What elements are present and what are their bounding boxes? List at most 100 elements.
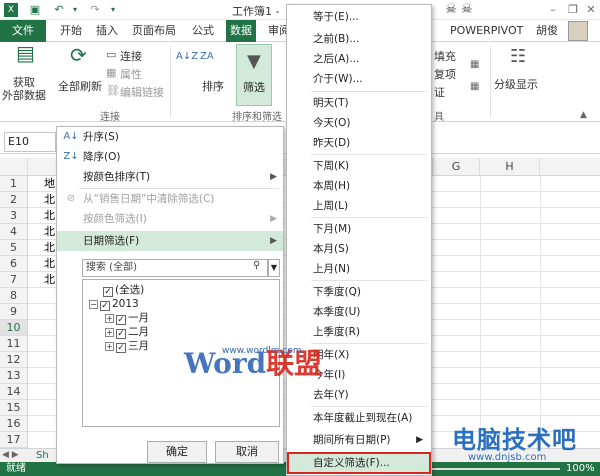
avatar[interactable] [568, 21, 588, 41]
zoom-level[interactable]: 100% [566, 462, 595, 476]
save-icon[interactable]: ▣ [28, 3, 42, 17]
tree-item-month[interactable]: + ✓ 二月 [105, 326, 149, 339]
undo-icon[interactable]: ↶ [52, 3, 66, 17]
data-validation-button[interactable]: 证 [434, 84, 445, 100]
sort-az-icon[interactable]: A↓Z [176, 50, 198, 64]
tab-file[interactable]: 文件 [0, 20, 46, 42]
sort-by-color-item[interactable]: 按颜色排序(T) ▶ [57, 167, 283, 187]
row-header[interactable]: 13 [0, 368, 28, 384]
get-external-data-button[interactable]: 获取 外部数据 [2, 76, 46, 102]
select-all-corner[interactable] [0, 158, 28, 176]
date-next-quarter-item[interactable]: 下季度(Q) [287, 282, 431, 302]
edit-links-button[interactable]: 编辑链接 [120, 84, 164, 100]
zoom-slider[interactable] [420, 468, 560, 470]
cell-a4[interactable]: 北 [44, 224, 55, 240]
cell-a6[interactable]: 北 [44, 256, 55, 272]
date-tomorrow-item[interactable]: 明天(T) [287, 93, 431, 113]
tree-item-year[interactable]: − ✓ 2013 [89, 298, 139, 311]
row-header[interactable]: 11 [0, 336, 28, 352]
customize-qat-icon[interactable]: ▾ [106, 3, 120, 17]
row-header[interactable]: 15 [0, 400, 28, 416]
date-today-item[interactable]: 今天(O) [287, 113, 431, 133]
cancel-button[interactable]: 取消 [215, 441, 279, 463]
custom-filter-item[interactable]: 自定义筛选(F)... [287, 452, 431, 474]
date-between-item[interactable]: 介于(W)... [287, 69, 431, 89]
checkbox-icon[interactable]: ✓ [116, 315, 126, 325]
date-after-item[interactable]: 之后(A)... [287, 49, 431, 69]
tab-formulas[interactable]: 公式 [188, 20, 218, 42]
date-filters-item[interactable]: 日期筛选(F) ▶ [57, 231, 283, 251]
filter-button[interactable]: ▼ 筛选 [236, 44, 272, 106]
what-if-icon[interactable]: ▦ [470, 80, 479, 94]
search-options-dropdown[interactable]: ▼ [268, 259, 280, 277]
date-this-quarter-item[interactable]: 本季度(U) [287, 302, 431, 322]
date-this-month-item[interactable]: 本月(S) [287, 239, 431, 259]
filter-by-color-item[interactable]: 按颜色筛选(I) ▶ [57, 209, 283, 229]
row-header[interactable]: 6 [0, 256, 28, 272]
expand-icon[interactable]: + [105, 342, 114, 351]
tree-item-month[interactable]: + ✓ 一月 [105, 312, 149, 325]
cell-a1[interactable]: 地 [44, 176, 55, 192]
tab-page-layout[interactable]: 页面布局 [128, 20, 180, 42]
date-next-week-item[interactable]: 下周(K) [287, 156, 431, 176]
row-header[interactable]: 4 [0, 224, 28, 240]
clear-filter-item[interactable]: ⊘ 从“销售日期”中清除筛选(C) [57, 189, 283, 209]
close-icon[interactable]: ✕ [584, 3, 598, 17]
row-header[interactable]: 14 [0, 384, 28, 400]
user-name[interactable]: 胡俊 [532, 20, 562, 42]
checkbox-icon[interactable]: ✓ [103, 287, 113, 297]
tab-powerpivot[interactable]: POWERPIVOT [446, 20, 527, 42]
sort-descending-item[interactable]: Z↓ 降序(O) [57, 147, 283, 167]
tab-data[interactable]: 数据 [226, 20, 256, 42]
sheet-tab[interactable]: Sh [36, 449, 49, 462]
date-yesterday-item[interactable]: 昨天(D) [287, 133, 431, 153]
row-header[interactable]: 3 [0, 208, 28, 224]
cell-a2[interactable]: 北 [44, 192, 55, 208]
row-header[interactable]: 5 [0, 240, 28, 256]
row-header[interactable]: 8 [0, 288, 28, 304]
checkbox-icon[interactable]: ✓ [116, 329, 126, 339]
row-header[interactable]: 2 [0, 192, 28, 208]
row-header[interactable]: 1 [0, 176, 28, 192]
date-year-to-date-item[interactable]: 本年度截止到现在(A) [287, 408, 431, 428]
sheet-scroll-icon[interactable]: ◀ ▶ [2, 449, 19, 462]
sort-ascending-item[interactable]: A↓ 升序(S) [57, 127, 283, 147]
row-header[interactable]: 12 [0, 352, 28, 368]
row-header-selected[interactable]: 10 [0, 320, 28, 336]
date-last-year-item[interactable]: 去年(Y) [287, 385, 431, 405]
outline-button[interactable]: 分级显示 [494, 76, 538, 92]
minimize-icon[interactable]: – [546, 3, 560, 17]
undo-dropdown-icon[interactable]: ▾ [68, 3, 82, 17]
row-header[interactable]: 9 [0, 304, 28, 320]
collapse-icon[interactable]: − [89, 300, 98, 309]
checkbox-icon[interactable]: ✓ [100, 301, 110, 311]
date-last-quarter-item[interactable]: 上季度(R) [287, 322, 431, 342]
consolidate-icon[interactable]: ▦ [470, 58, 479, 72]
column-header-h[interactable]: H [480, 158, 540, 176]
expand-icon[interactable]: + [105, 328, 114, 337]
remove-duplicates-button[interactable]: 复项 [434, 66, 456, 82]
expand-icon[interactable]: + [105, 314, 114, 323]
sort-button[interactable]: 排序 [202, 78, 224, 94]
cell-a5[interactable]: 北 [44, 240, 55, 256]
row-header[interactable]: 17 [0, 432, 28, 448]
date-equals-item[interactable]: 等于(E)... [287, 7, 431, 27]
ok-button[interactable]: 确定 [147, 441, 207, 463]
row-header[interactable]: 7 [0, 272, 28, 288]
tab-home[interactable]: 开始 [56, 20, 86, 42]
flash-fill-button[interactable]: 填充 [434, 48, 456, 64]
name-box[interactable]: E10 [4, 132, 56, 152]
date-last-week-item[interactable]: 上周(L) [287, 196, 431, 216]
tree-item-select-all[interactable]: ✓ (全选) [103, 284, 144, 297]
tab-insert[interactable]: 插入 [92, 20, 122, 42]
filter-search-input[interactable]: 搜索 (全部) [82, 259, 268, 277]
column-header-g[interactable]: G [432, 158, 480, 176]
redo-icon[interactable]: ↷ [88, 3, 102, 17]
refresh-all-button[interactable]: 全部刷新 [58, 78, 102, 94]
date-this-week-item[interactable]: 本周(H) [287, 176, 431, 196]
date-next-month-item[interactable]: 下月(M) [287, 219, 431, 239]
checkbox-icon[interactable]: ✓ [116, 343, 126, 353]
restore-icon[interactable]: ❐ [566, 3, 580, 17]
date-all-dates-in-period-item[interactable]: 期间所有日期(P) ▶ [287, 430, 431, 450]
cell-a7[interactable]: 北 [44, 272, 55, 288]
